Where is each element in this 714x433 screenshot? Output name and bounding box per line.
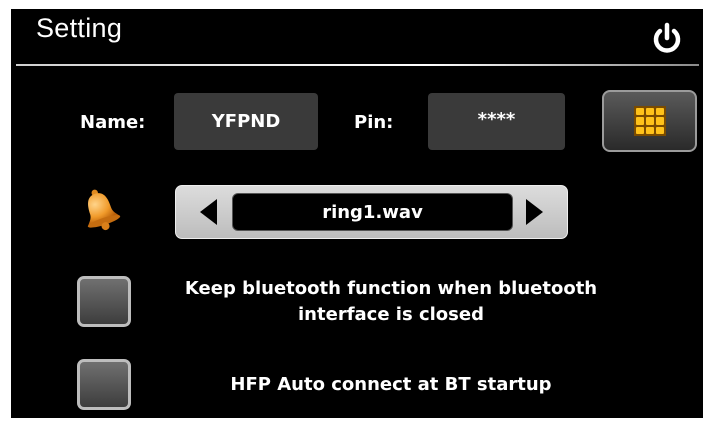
keep-bluetooth-checkbox[interactable]	[77, 276, 131, 327]
ringtone-value: ring1.wav	[322, 201, 423, 223]
keypad-button[interactable]	[602, 90, 697, 152]
title-divider	[16, 64, 699, 66]
name-label: Name:	[80, 112, 146, 133]
hfp-auto-connect-label: HFP Auto connect at BT startup	[230, 374, 552, 395]
right-arrow-icon[interactable]	[526, 199, 543, 225]
ringtone-selector: ring1.wav	[175, 185, 568, 239]
name-value: YFPND	[211, 111, 281, 132]
left-arrow-icon[interactable]	[200, 199, 217, 225]
pin-value: ****	[477, 109, 516, 130]
pin-field[interactable]: ****	[428, 93, 565, 150]
hfp-auto-connect-checkbox[interactable]	[77, 359, 131, 410]
name-field[interactable]: YFPND	[174, 93, 318, 150]
ringtone-value-field[interactable]: ring1.wav	[232, 193, 513, 231]
keep-bluetooth-label-line1: Keep bluetooth function when bluetooth	[184, 278, 598, 299]
pin-label: Pin:	[354, 112, 394, 133]
page-title: Setting	[36, 13, 123, 43]
keep-bluetooth-label-line2: interface is closed	[298, 304, 484, 325]
bell-icon	[87, 189, 121, 231]
power-icon[interactable]	[649, 21, 685, 57]
settings-screen: Setting Name: YFPND Pin: **** ring1.wav …	[11, 9, 703, 418]
keep-bluetooth-label: Keep bluetooth function when bluetooth i…	[171, 276, 611, 328]
keypad-grid-icon	[633, 106, 666, 136]
